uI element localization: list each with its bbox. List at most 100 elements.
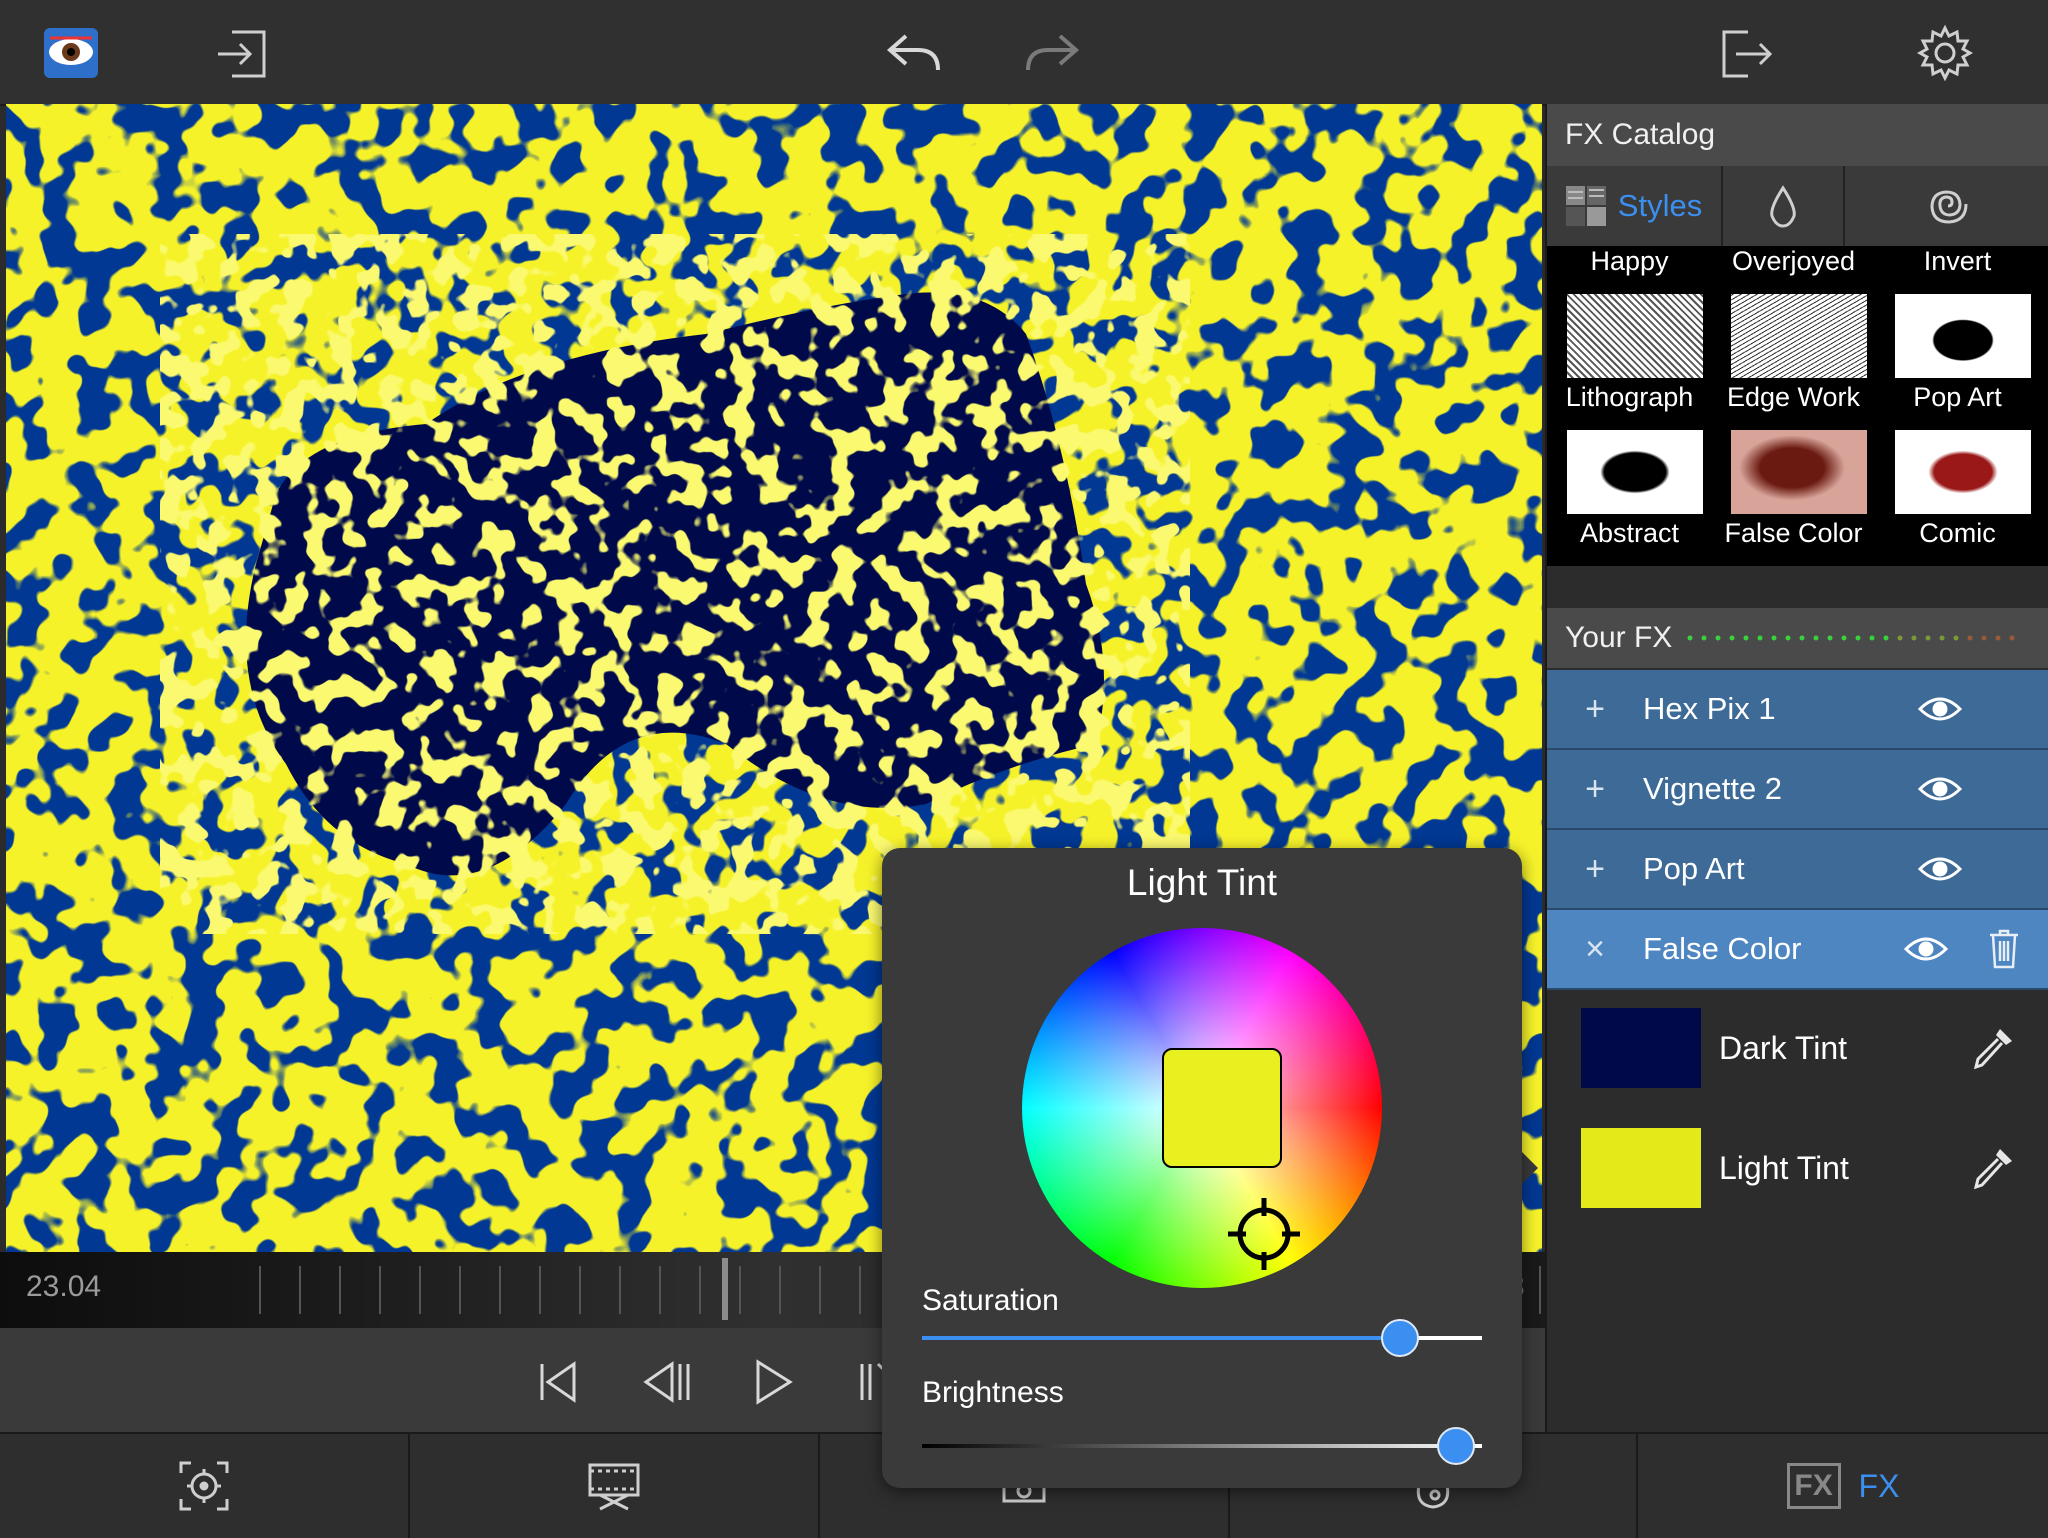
level-meter-dot — [1981, 635, 1987, 641]
redo-icon[interactable] — [1022, 28, 1082, 78]
brightness-slider-thumb[interactable] — [1437, 1427, 1475, 1465]
popover-title: Light Tint — [1126, 862, 1278, 903]
fx-layer-name: Hex Pix 1 — [1643, 691, 1776, 726]
fx-layer-row-selected[interactable]: × False Color — [1547, 910, 2048, 990]
import-icon[interactable] — [214, 26, 270, 82]
thumb-false-color[interactable] — [1731, 430, 1867, 514]
undo-icon[interactable] — [884, 28, 944, 78]
export-icon[interactable] — [1718, 26, 1774, 82]
fx-side-panel: FX Catalog Styles Happy Overjoyed Invert… — [1545, 104, 2048, 1432]
focus-target-icon — [179, 1461, 229, 1511]
level-meter-dot — [2009, 635, 2015, 641]
tab-styles[interactable]: Styles — [1547, 166, 1723, 246]
fx-catalog-tabs: Styles — [1547, 166, 2048, 246]
fx-layer-name: Vignette 2 — [1643, 771, 1783, 806]
fx-tab[interactable]: FX FX — [1638, 1434, 2048, 1538]
catalog-item-label[interactable]: Overjoyed — [1711, 246, 1876, 277]
catalog-item-label[interactable]: Comic — [1875, 518, 2040, 549]
eye-icon[interactable] — [1918, 695, 1962, 723]
thumb-edge-work[interactable] — [1731, 294, 1867, 378]
level-meter-dot — [1841, 635, 1847, 641]
eye-icon[interactable] — [1918, 775, 1962, 803]
current-color-preview — [1162, 1048, 1282, 1168]
focus-tab[interactable] — [0, 1434, 410, 1538]
fx-layer-name: False Color — [1643, 931, 1802, 966]
tab-distort[interactable] — [1845, 166, 2048, 246]
dark-tint-label: Dark Tint — [1719, 1029, 1848, 1066]
thumb-pop-art[interactable] — [1895, 294, 2031, 378]
play-icon[interactable] — [754, 1358, 794, 1406]
catalog-item-label[interactable]: Happy — [1547, 246, 1712, 277]
fx-box-icon: FX — [1786, 1463, 1841, 1509]
level-meter-dot — [1799, 635, 1805, 641]
film-cut-icon — [588, 1463, 640, 1511]
saturation-slider-thumb[interactable] — [1381, 1319, 1419, 1357]
level-meter-dot — [1855, 635, 1861, 641]
level-meter-dot — [1771, 635, 1777, 641]
saturation-fill — [922, 1336, 1398, 1340]
spiral-icon — [1929, 190, 1967, 224]
gear-icon[interactable] — [1916, 24, 1974, 82]
level-meter-dot — [1967, 635, 1973, 641]
styles-grid-icon — [1565, 186, 1606, 226]
fx-layer-name: Pop Art — [1643, 851, 1745, 886]
fx-catalog-header: FX Catalog — [1547, 104, 2048, 166]
thumb-lithograph[interactable] — [1567, 294, 1703, 378]
thumb-comic[interactable] — [1895, 430, 2031, 514]
level-meter-dot — [1925, 635, 1931, 641]
dark-tint-row[interactable]: Dark Tint — [1547, 988, 2048, 1108]
skip-to-start-icon[interactable] — [536, 1360, 582, 1404]
level-meter-dot — [1911, 635, 1917, 641]
catalog-item-label[interactable]: Lithograph — [1547, 382, 1712, 413]
trash-icon[interactable] — [1988, 929, 2020, 969]
your-fx-title: Your FX — [1565, 621, 1673, 654]
saturation-track[interactable] — [922, 1319, 1482, 1357]
top-toolbar — [0, 0, 2048, 106]
light-tint-label: Light Tint — [1719, 1149, 1849, 1186]
level-meter-dot — [1813, 635, 1819, 641]
eye-icon[interactable] — [1918, 855, 1962, 883]
timeline-current-time: 23.04 — [26, 1270, 102, 1303]
fx-tab-label: FX — [1858, 1467, 1900, 1504]
brightness-track[interactable] — [922, 1427, 1482, 1465]
level-meter-dot — [1869, 635, 1875, 641]
eye-icon[interactable] — [1904, 935, 1948, 963]
step-back-icon[interactable] — [642, 1360, 692, 1404]
trim-tab[interactable] — [410, 1434, 820, 1538]
color-picker-popover: Light Tint Saturation Brightness — [882, 848, 1522, 1488]
level-meter-dot — [1827, 635, 1833, 641]
fx-layer-row[interactable]: + Vignette 2 — [1547, 750, 2048, 830]
remove-icon[interactable]: × — [1547, 930, 1643, 969]
crosshair-icon[interactable] — [1224, 1194, 1304, 1274]
eye-logo-icon[interactable] — [44, 28, 98, 78]
drop-icon — [1770, 185, 1796, 228]
light-tint-swatch[interactable] — [1581, 1128, 1701, 1208]
your-fx-header: Your FX — [1547, 608, 2048, 668]
thumb-abstract[interactable] — [1567, 430, 1703, 514]
level-meter-dot — [1897, 635, 1903, 641]
level-meter-dot — [1715, 635, 1721, 641]
level-meter-dot — [1729, 635, 1735, 641]
level-meter-dot — [1701, 635, 1707, 641]
dark-tint-swatch[interactable] — [1581, 1008, 1701, 1088]
catalog-item-label[interactable]: Pop Art — [1875, 382, 2040, 413]
step-forward-icon[interactable] — [858, 1360, 886, 1404]
eyedropper-icon[interactable] — [1970, 1145, 2016, 1191]
light-tint-row[interactable]: Light Tint — [1547, 1108, 2048, 1228]
catalog-item-label[interactable]: Abstract — [1547, 518, 1712, 549]
fx-layer-row[interactable]: + Pop Art — [1547, 830, 2048, 910]
catalog-item-label[interactable]: Edge Work — [1711, 382, 1876, 413]
level-meter-dot — [1743, 635, 1749, 641]
eyedropper-icon[interactable] — [1970, 1025, 2016, 1071]
level-meter-icon — [1687, 635, 2015, 641]
level-meter-dot — [1757, 635, 1763, 641]
tab-color[interactable] — [1723, 166, 1845, 246]
brightness-label: Brightness — [922, 1376, 1064, 1409]
catalog-item-label[interactable]: False Color — [1711, 518, 1876, 549]
fx-layer-row[interactable]: + Hex Pix 1 — [1547, 670, 2048, 750]
catalog-item-label[interactable]: Invert — [1875, 246, 2040, 277]
fx-catalog-grid[interactable]: Happy Overjoyed Invert Lithograph Edge W… — [1547, 246, 2048, 566]
expand-icon[interactable]: + — [1547, 770, 1643, 809]
expand-icon[interactable]: + — [1547, 850, 1643, 889]
expand-icon[interactable]: + — [1547, 690, 1643, 729]
